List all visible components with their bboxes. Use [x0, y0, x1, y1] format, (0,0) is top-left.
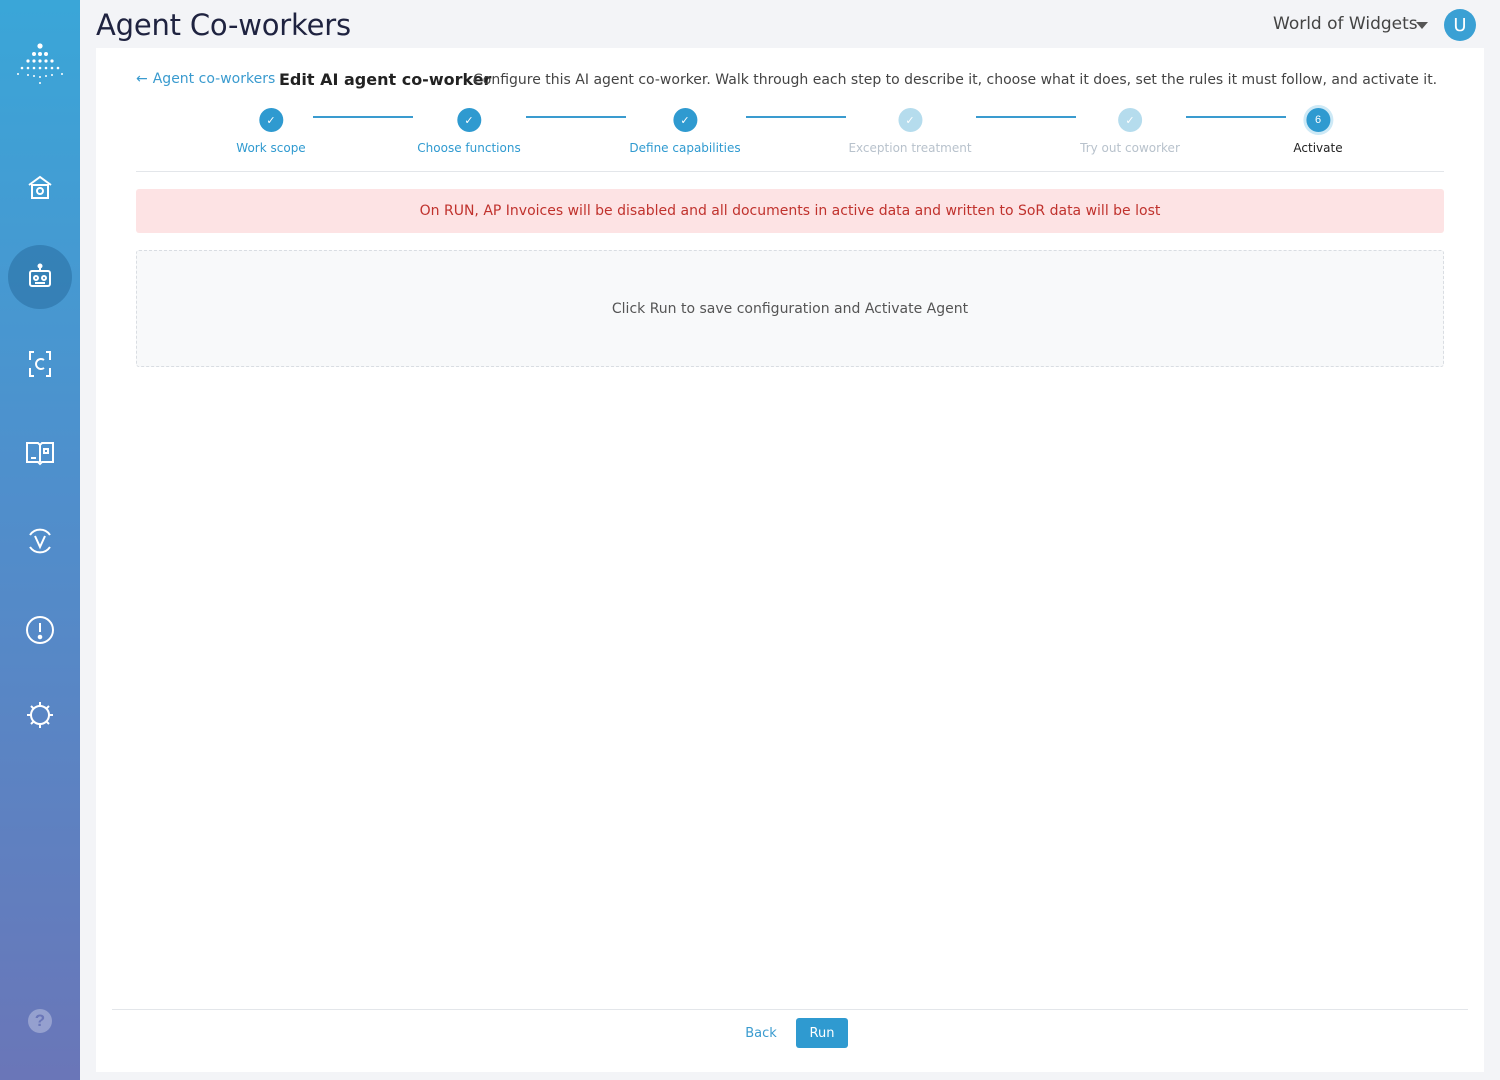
back-button[interactable]: Back — [736, 1020, 786, 1046]
book-icon — [26, 442, 54, 466]
alert-icon — [26, 616, 54, 644]
divider — [112, 1009, 1468, 1010]
step-connector — [526, 116, 626, 118]
sidebar-item-alerts[interactable] — [8, 598, 72, 662]
step-connector — [976, 116, 1076, 118]
main-panel: ← Agent co-workers Edit AI agent co-worke… — [96, 48, 1484, 1072]
step-connector — [746, 116, 846, 118]
step-connector — [1186, 116, 1286, 118]
sidebar-item-library[interactable] — [8, 420, 72, 484]
step-define-capabilities[interactable]: ✓ Define capabilities — [629, 108, 741, 155]
settings-icon — [27, 702, 53, 728]
step-activate[interactable]: 6 Activate — [1293, 108, 1343, 155]
editor-title: Edit AI agent co-worker — [279, 70, 492, 89]
step-choose-functions[interactable]: ✓ Choose functions — [417, 108, 521, 155]
step-work-scope[interactable]: ✓ Work scope — [236, 108, 306, 155]
step-label: Activate — [1293, 141, 1343, 155]
step-label: Work scope — [236, 141, 306, 155]
org-selector[interactable]: World of Widgets — [1273, 14, 1418, 34]
validation-icon — [29, 528, 51, 554]
sidebar-item-settings[interactable] — [8, 683, 72, 747]
step-label: Try out coworker — [1080, 141, 1180, 155]
divider — [136, 171, 1444, 172]
step-try-out-coworker[interactable]: ✓ Try out coworker — [1080, 108, 1180, 155]
document-c-icon — [29, 351, 51, 377]
step-number: 6 — [1306, 108, 1330, 132]
step-label: Exception treatment — [848, 141, 972, 155]
sidebar: ? — [0, 0, 80, 1080]
activation-panel: Click Run to save configuration and Acti… — [136, 250, 1444, 367]
sidebar-item-agents[interactable] — [8, 245, 72, 309]
step-exception-treatment[interactable]: ✓ Exception treatment — [848, 108, 972, 155]
check-icon: ✓ — [672, 108, 697, 132]
sidebar-item-documents[interactable] — [8, 332, 72, 396]
chevron-down-icon[interactable] — [1416, 22, 1428, 29]
step-label: Choose functions — [417, 141, 521, 155]
editor-description: Configure this AI agent co-worker. Walk … — [473, 72, 1438, 88]
breadcrumb-back-link[interactable]: ← Agent co-workers — [136, 71, 275, 87]
check-icon: ✓ — [897, 108, 922, 132]
run-button[interactable]: Run — [796, 1018, 848, 1048]
step-label: Define capabilities — [629, 141, 741, 155]
robot-icon — [29, 263, 51, 287]
arrow-left-icon: ← — [136, 71, 148, 87]
step-connector — [313, 116, 413, 118]
activation-message: Click Run to save configuration and Acti… — [611, 300, 969, 317]
page-title: Agent Co-workers — [96, 8, 351, 42]
home-icon — [28, 175, 52, 199]
warning-banner: On RUN, AP Invoices will be disabled and… — [136, 189, 1444, 233]
help-icon[interactable]: ? — [28, 1009, 52, 1033]
logo-icon[interactable] — [15, 42, 65, 86]
check-icon: ✓ — [456, 108, 481, 132]
sidebar-item-home[interactable] — [8, 156, 72, 220]
avatar[interactable]: U — [1444, 9, 1476, 41]
sidebar-item-validation[interactable] — [8, 509, 72, 573]
check-icon: ✓ — [259, 108, 283, 132]
check-icon: ✓ — [1118, 108, 1142, 132]
breadcrumb-label: Agent co-workers — [152, 71, 276, 87]
